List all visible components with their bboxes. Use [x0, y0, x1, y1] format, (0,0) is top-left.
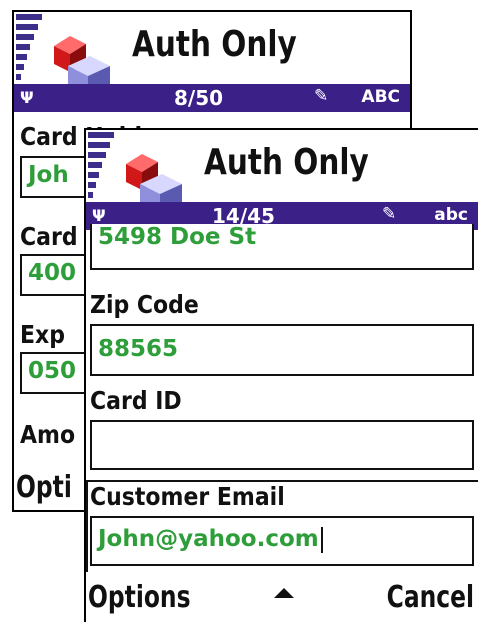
input-mode: abc	[434, 205, 468, 225]
header: Auth Only Ψ 14/45 ✎ abc	[86, 130, 478, 232]
page-title: Auth Only	[132, 24, 297, 65]
field-label: Card ID	[90, 386, 182, 415]
field-label: Zip Code	[90, 290, 199, 319]
options-softkey[interactable]: Opti	[16, 470, 72, 505]
header: Auth Only Ψ 8/50 ✎ ABC	[14, 12, 410, 115]
pen-icon: ✎	[382, 204, 397, 224]
field-label: Amo	[20, 420, 76, 449]
scroll-up-arrow-icon	[274, 588, 294, 598]
pen-icon: ✎	[314, 86, 329, 106]
front-screen: Auth Only Ψ 14/45 ✎ abc 5498 Doe St Zip …	[84, 128, 478, 622]
field-input[interactable]: John@yahoo.com	[90, 516, 474, 566]
antenna-icon: Ψ	[92, 206, 106, 225]
input-mode: ABC	[361, 87, 400, 107]
field-input[interactable]	[90, 420, 474, 470]
options-softkey[interactable]: Options	[88, 580, 191, 615]
field-input[interactable]: 88565	[90, 324, 474, 376]
field-label: Exp	[20, 320, 65, 349]
status-bar: Ψ 8/50 ✎ ABC	[14, 84, 410, 112]
field-label: Card	[20, 222, 78, 251]
page-title: Auth Only	[204, 142, 369, 183]
text-cursor	[320, 526, 323, 553]
antenna-icon: Ψ	[20, 88, 34, 107]
field-input[interactable]: 5498 Doe St	[90, 224, 474, 270]
cancel-softkey[interactable]: Cancel	[387, 580, 474, 615]
field-value: John@yahoo.com	[98, 526, 319, 552]
softkey-bar: Options Cancel	[86, 572, 478, 622]
field-label: Customer Email	[90, 482, 285, 511]
char-counter: 8/50	[174, 86, 224, 110]
